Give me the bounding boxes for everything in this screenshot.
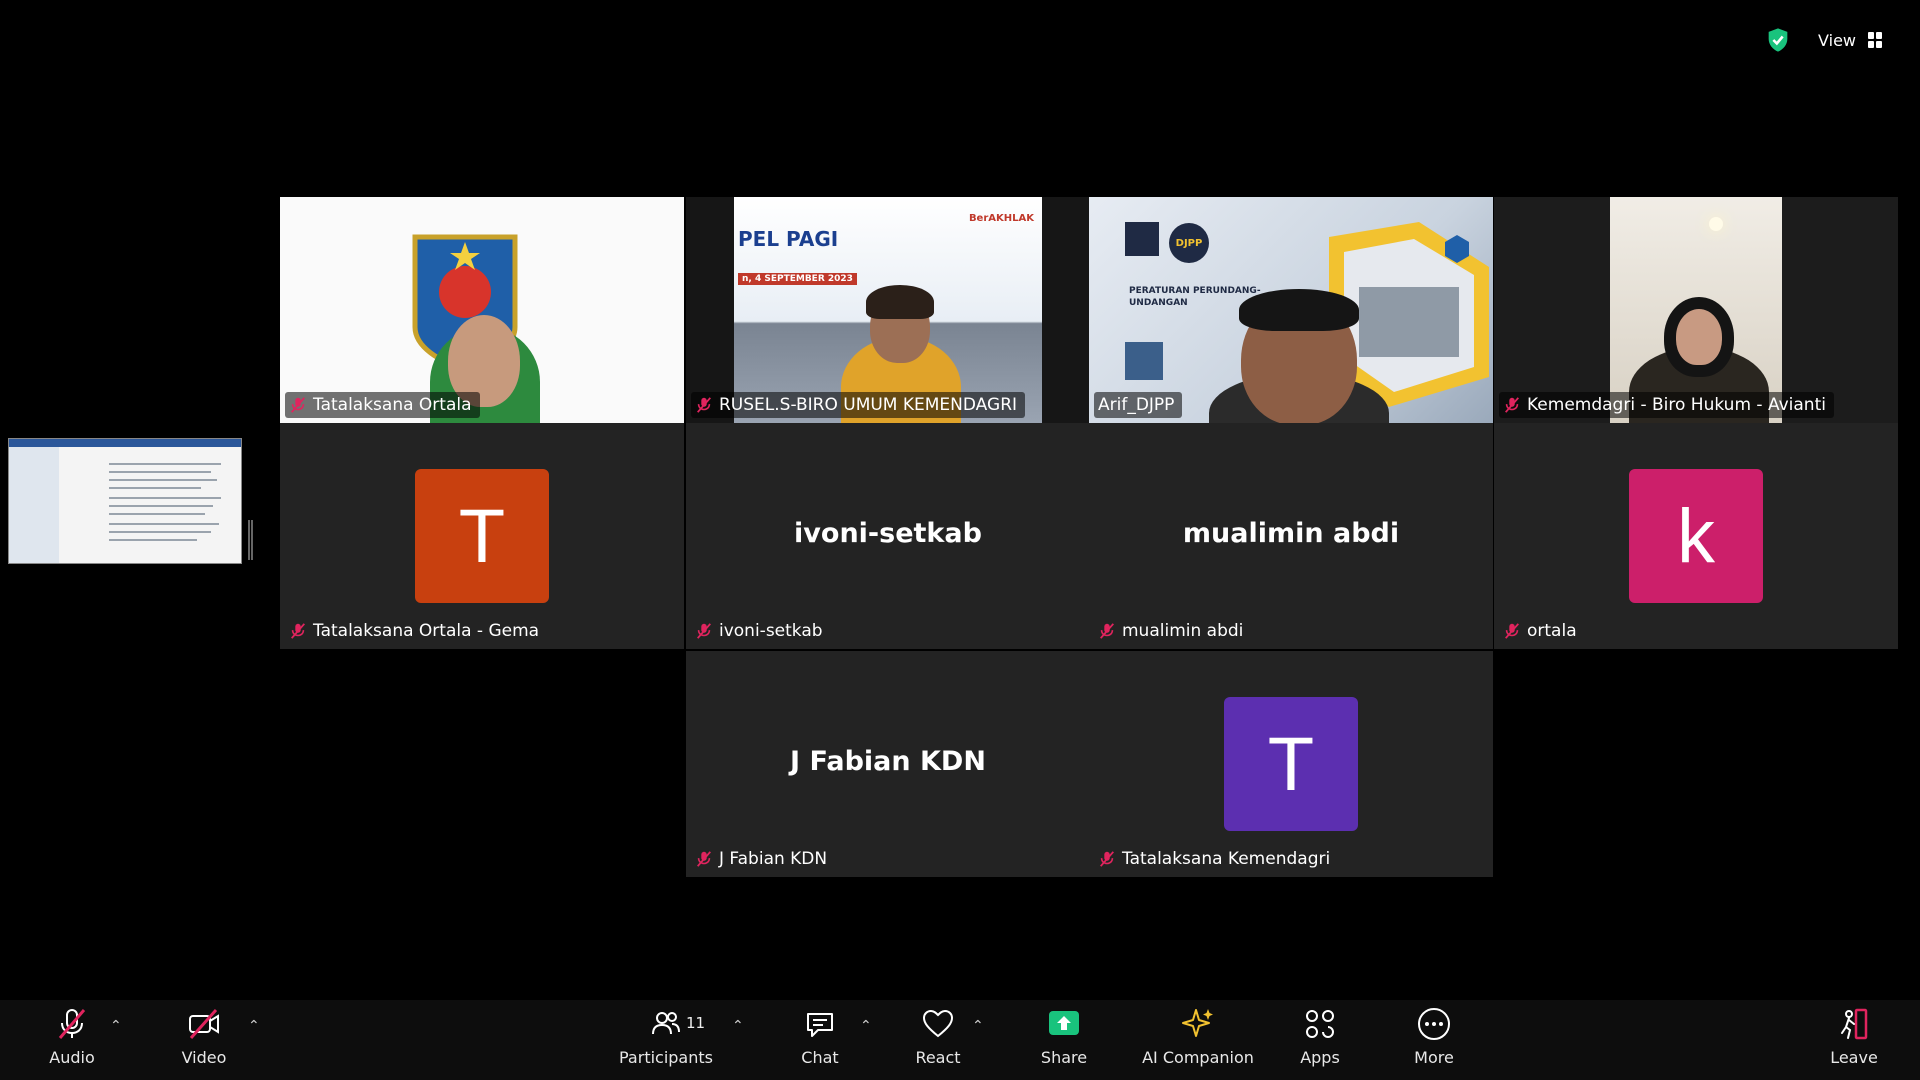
- participant-name: RUSEL.S-BIRO UMUM KEMENDAGRI: [719, 395, 1018, 415]
- mic-muted-icon: [291, 397, 305, 413]
- react-label: React: [915, 1048, 961, 1067]
- more-icon: [1418, 1008, 1450, 1040]
- apps-icon: [1306, 1010, 1334, 1038]
- video-tile-4[interactable]: Kememdagri - Biro Hukum - Avianti: [1494, 197, 1898, 423]
- leave-icon: [1841, 1008, 1868, 1040]
- react-button[interactable]: React: [910, 1006, 966, 1076]
- mic-muted-icon: [291, 623, 305, 639]
- mic-muted-icon: [697, 397, 711, 413]
- participant-nametag: Tatalaksana Ortala: [285, 392, 480, 418]
- bg-logo: BerAKHLAK: [968, 213, 1034, 224]
- chat-label: Chat: [801, 1048, 839, 1067]
- view-label: View: [1818, 30, 1856, 50]
- mic-muted-icon: [1100, 851, 1114, 867]
- name-tile-mualimin[interactable]: mualimin abdi mualimin abdi: [1089, 423, 1493, 649]
- avatar-tile-ortala[interactable]: k ortala: [1494, 423, 1898, 649]
- participant-name: ivoni-setkab: [719, 621, 823, 641]
- video-tile-1[interactable]: Tatalaksana Ortala: [280, 197, 684, 423]
- participant-nametag: Tatalaksana Kemendagri: [1094, 846, 1338, 872]
- video-options-chevron-icon[interactable]: ⌃: [248, 1018, 260, 1034]
- participant-nametag: ortala: [1499, 618, 1585, 644]
- bg-badge: DJPP: [1169, 223, 1209, 263]
- top-bar: View: [1764, 22, 1890, 58]
- video-label: Video: [181, 1048, 227, 1067]
- participant-nametag: Kememdagri - Biro Hukum - Avianti: [1499, 392, 1834, 418]
- chat-icon: [807, 1013, 833, 1037]
- participant-name: ortala: [1527, 621, 1577, 641]
- avatar: T: [415, 469, 549, 603]
- camera-off-icon: [189, 1009, 219, 1039]
- audio-options-chevron-icon[interactable]: ⌃: [110, 1018, 122, 1034]
- mic-muted-icon: [697, 851, 711, 867]
- participant-name: Tatalaksana Ortala - Gema: [313, 621, 540, 641]
- avatar-tile-kemendagri[interactable]: T Tatalaksana Kemendagri: [1089, 651, 1493, 877]
- mic-muted-icon: [1100, 623, 1114, 639]
- apps-button[interactable]: Apps: [1292, 1006, 1348, 1076]
- participant-nametag: mualimin abdi: [1094, 618, 1251, 644]
- participant-name: Tatalaksana Ortala: [313, 395, 472, 415]
- name-tile-ivoni[interactable]: ivoni-setkab ivoni-setkab: [686, 423, 1090, 649]
- participants-count: 11: [686, 1014, 706, 1032]
- participants-options-chevron-icon[interactable]: ⌃: [732, 1018, 744, 1034]
- shared-screen-thumbnail[interactable]: [8, 438, 242, 564]
- audio-label: Audio: [49, 1048, 95, 1067]
- react-options-chevron-icon[interactable]: ⌃: [972, 1018, 984, 1034]
- mic-muted-icon: [697, 623, 711, 639]
- view-button[interactable]: View: [1810, 25, 1890, 56]
- bg-title: PEL PAGI: [738, 227, 839, 251]
- meeting-toolbar: Audio ⌃ Video ⌃ Participants 11 ⌃ Chat ⌃: [0, 1000, 1920, 1080]
- participants-label: Participants: [619, 1048, 713, 1067]
- participant-nametag: RUSEL.S-BIRO UMUM KEMENDAGRI: [691, 392, 1026, 418]
- mic-muted-icon: [1505, 623, 1519, 639]
- share-label: Share: [1040, 1048, 1088, 1067]
- share-screen-icon: [1049, 1011, 1079, 1035]
- chat-options-chevron-icon[interactable]: ⌃: [860, 1018, 872, 1034]
- participant-name: J Fabian KDN: [719, 849, 828, 869]
- view-grid-icon: [1868, 32, 1882, 48]
- video-button[interactable]: Video: [176, 1006, 232, 1076]
- mic-muted-icon: [58, 1009, 86, 1039]
- leave-button[interactable]: Leave: [1826, 1006, 1882, 1076]
- ai-companion-button[interactable]: AI Companion: [1138, 1006, 1258, 1076]
- more-button[interactable]: More: [1406, 1006, 1462, 1076]
- participant-display-name: J Fabian KDN: [790, 746, 986, 777]
- participant-nametag: ivoni-setkab: [691, 618, 831, 644]
- participants-icon: [652, 1012, 680, 1035]
- avatar: k: [1629, 469, 1763, 603]
- participant-nametag: Tatalaksana Ortala - Gema: [285, 618, 547, 644]
- video-tile-3-active-speaker[interactable]: DJPP PERATURAN PERUNDANG-UNDANGAN Arif_D…: [1089, 197, 1493, 423]
- participant-name: Kememdagri - Biro Hukum - Avianti: [1527, 395, 1826, 415]
- name-tile-fabian[interactable]: J Fabian KDN J Fabian KDN: [686, 651, 1090, 877]
- apps-label: Apps: [1300, 1048, 1340, 1067]
- participant-name: Arif_DJPP: [1098, 395, 1175, 415]
- share-button[interactable]: Share: [1036, 1006, 1092, 1076]
- participant-name: mualimin abdi: [1122, 621, 1244, 641]
- encryption-shield-icon[interactable]: [1764, 26, 1792, 54]
- audio-button[interactable]: Audio: [44, 1006, 100, 1076]
- avatar-tile-1[interactable]: T Tatalaksana Ortala - Gema: [280, 423, 684, 649]
- participant-nametag: J Fabian KDN: [691, 846, 835, 872]
- participant-display-name: ivoni-setkab: [794, 518, 982, 549]
- leave-label: Leave: [1830, 1048, 1878, 1067]
- more-label: More: [1414, 1048, 1454, 1067]
- mic-muted-icon: [1505, 397, 1519, 413]
- video-tile-2[interactable]: PEL PAGI n, 4 SEPTEMBER 2023 BerAKHLAK R…: [686, 197, 1090, 423]
- thumbnail-resize-handle[interactable]: [248, 520, 253, 560]
- heart-icon: [922, 1009, 954, 1038]
- participant-display-name: mualimin abdi: [1182, 518, 1400, 549]
- participant-name: Tatalaksana Kemendagri: [1122, 849, 1331, 869]
- ai-companion-label: AI Companion: [1142, 1048, 1254, 1067]
- participant-nametag: Arif_DJPP: [1094, 392, 1183, 418]
- chat-button[interactable]: Chat: [792, 1006, 848, 1076]
- bg-date: n, 4 SEPTEMBER 2023: [738, 273, 857, 285]
- avatar: T: [1224, 697, 1358, 831]
- sparkle-icon: [1182, 1009, 1213, 1037]
